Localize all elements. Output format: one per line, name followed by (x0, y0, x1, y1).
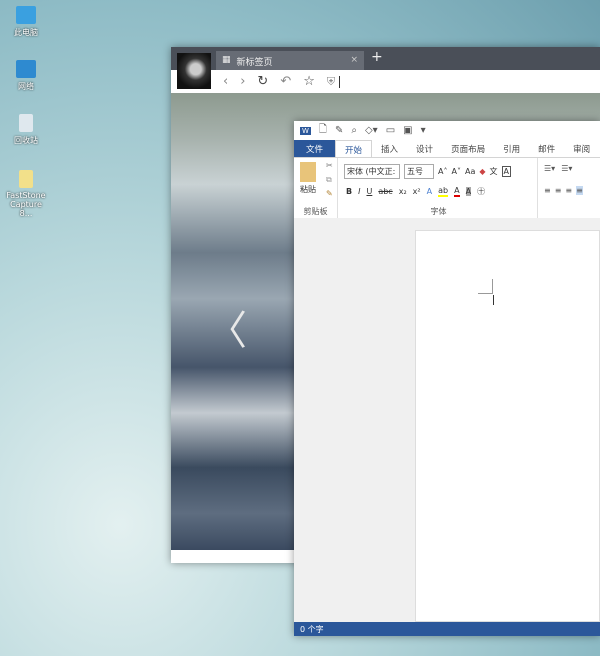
close-tab-icon[interactable]: × (350, 55, 358, 66)
quick-access-toolbar: W 🗋 ✎ ⌕ ◇▾ ▭ ▣ ▾ (294, 121, 600, 140)
shrink-font-button[interactable]: A˅ (451, 167, 460, 176)
font-color-icon[interactable]: A (454, 186, 460, 197)
char-border-icon[interactable]: A (501, 166, 511, 177)
char-shading-icon[interactable]: A (465, 187, 472, 196)
folder-icon (19, 170, 33, 188)
strikethrough-button[interactable]: abc (378, 187, 392, 196)
bold-button[interactable]: B (346, 187, 352, 196)
format-painter-icon[interactable]: ✎ (326, 189, 333, 198)
word-count[interactable]: 0 个字 (300, 625, 324, 634)
grow-font-button[interactable]: A˄ (438, 167, 447, 176)
address-input[interactable] (339, 75, 341, 88)
status-bar: 0 个字 (294, 622, 600, 636)
clipboard-icon (300, 162, 316, 182)
word-window: W 🗋 ✎ ⌕ ◇▾ ▭ ▣ ▾ 文件 开始 插入 设计 页面布局 引用 邮件 … (294, 121, 600, 636)
browser-tab-bar: ▦ 新标签页 × + (171, 47, 600, 89)
paragraph-group: ☰▾ ☰▾ ≡ ≡ ≡ ≡ (540, 158, 600, 218)
grid-icon: ▦ (222, 55, 231, 65)
new-document-icon[interactable]: 🗋 (319, 122, 327, 139)
back-icon[interactable]: ‹ (223, 74, 228, 89)
shield-icon[interactable]: ⛨ (327, 75, 335, 89)
word-logo-icon: W (300, 126, 311, 135)
shapes-icon[interactable]: ◇▾ (365, 125, 378, 136)
document-page[interactable] (415, 230, 600, 622)
user-avatar[interactable] (177, 53, 211, 89)
font-group: 宋体 (中文正: 五号 A˄ A˅ Aa ◆ 文 A B I U abc x₂ … (340, 158, 538, 218)
margin-marker (478, 279, 493, 294)
align-center-icon[interactable]: ≡ (555, 186, 562, 195)
underline-button[interactable]: U (366, 187, 372, 196)
screenshot-icon[interactable]: ▣ (403, 125, 412, 136)
desktop-icon-recycle-bin[interactable]: 回收站 (4, 114, 48, 146)
print-preview-icon[interactable]: ⌕ (351, 125, 357, 136)
tab-review[interactable]: 审阅 (564, 140, 599, 157)
network-icon (16, 60, 36, 78)
paste-button[interactable]: 粘贴 (300, 162, 316, 195)
document-area (294, 218, 600, 622)
reload-icon[interactable]: ↻ (257, 74, 268, 89)
clipboard-group: 粘贴 ✂ ⧉ ✎ 剪贴板 (294, 158, 338, 218)
favorite-icon[interactable]: ☆ (303, 74, 315, 89)
new-tab-button[interactable]: + (371, 49, 383, 65)
ribbon-tabs: 文件 开始 插入 设计 页面布局 引用 邮件 审阅 (294, 140, 600, 157)
format-painter-icon[interactable]: ✎ (335, 125, 343, 136)
tab-mailings[interactable]: 邮件 (529, 140, 564, 157)
phonetic-icon[interactable]: 文 (490, 166, 498, 177)
text-effects-icon[interactable]: A (427, 187, 432, 196)
align-left-icon[interactable]: ≡ (544, 186, 551, 195)
highlight-icon[interactable]: ab (438, 186, 449, 197)
tab-home[interactable]: 开始 (335, 140, 373, 157)
text-cursor (493, 295, 494, 305)
subscript-button[interactable]: x₂ (399, 187, 407, 196)
desktop-icon-faststone[interactable]: FastStone Capture 8... (4, 170, 48, 218)
tab-insert[interactable]: 插入 (372, 140, 407, 157)
tab-new-tab[interactable]: ▦ 新标签页 × (216, 51, 364, 70)
tab-design[interactable]: 设计 (407, 140, 442, 157)
cut-icon[interactable]: ✂ (326, 161, 333, 170)
justify-icon[interactable]: ≡ (576, 186, 583, 195)
superscript-button[interactable]: x² (413, 187, 421, 196)
previous-arrow-icon[interactable]: 〈 (207, 298, 247, 356)
bullets-icon[interactable]: ☰▾ (544, 164, 555, 173)
desktop-icon-network[interactable]: 网络 (4, 60, 48, 92)
enclose-char-icon[interactable]: ㊉ (477, 186, 485, 197)
recycle-bin-icon (19, 114, 33, 132)
customize-icon[interactable]: ▾ (421, 125, 426, 136)
desktop-icon-this-pc[interactable]: 此电脑 (4, 6, 48, 38)
textbox-icon[interactable]: ▭ (386, 125, 395, 136)
change-case-button[interactable]: Aa (465, 167, 475, 176)
browser-toolbar: ‹ › ↻ ↶ ☆ ⛨ (171, 70, 600, 93)
align-right-icon[interactable]: ≡ (565, 186, 572, 195)
numbering-icon[interactable]: ☰▾ (561, 164, 572, 173)
font-size-select[interactable]: 五号 (404, 164, 434, 179)
ribbon: 粘贴 ✂ ⧉ ✎ 剪贴板 宋体 (中文正: 五号 A˄ A˅ Aa ◆ 文 A … (294, 157, 600, 219)
clear-format-icon[interactable]: ◆ (479, 167, 485, 176)
italic-button[interactable]: I (358, 187, 360, 196)
undo-icon[interactable]: ↶ (280, 74, 291, 89)
copy-icon[interactable]: ⧉ (326, 175, 332, 185)
tab-references[interactable]: 引用 (494, 140, 529, 157)
tab-layout[interactable]: 页面布局 (442, 140, 494, 157)
forward-icon[interactable]: › (240, 74, 245, 89)
tab-file[interactable]: 文件 (294, 140, 336, 157)
computer-icon (16, 6, 36, 24)
font-name-select[interactable]: 宋体 (中文正: (344, 164, 400, 179)
